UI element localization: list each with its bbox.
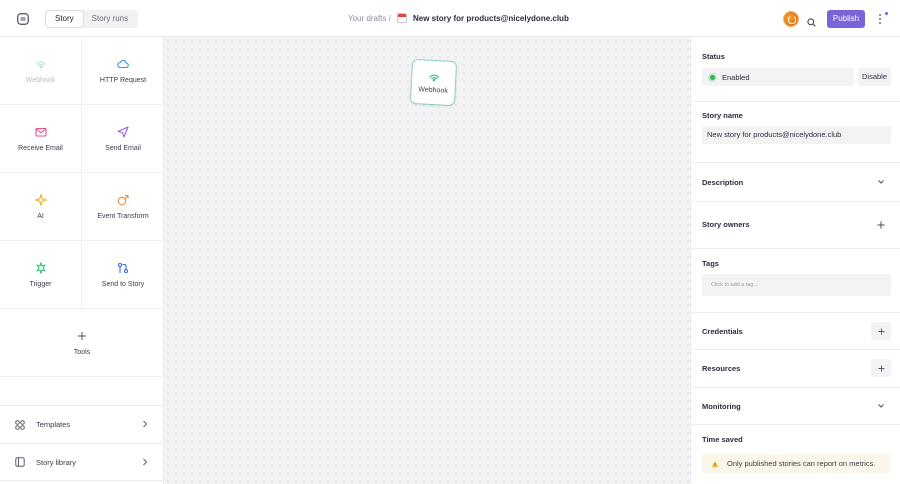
- action-label: Event Transform: [97, 212, 149, 220]
- chevron-right-icon: [143, 458, 148, 466]
- page-title[interactable]: New story for products@nicelydone.club: [413, 14, 569, 23]
- action-http-request[interactable]: HTTP Request: [82, 37, 164, 105]
- story-library-label: Story library: [36, 457, 77, 467]
- templates-label: Templates: [36, 420, 71, 429]
- story-name-input[interactable]: New story for products@nicelydone.club: [702, 126, 891, 144]
- send-to-story-icon: [117, 262, 129, 273]
- tab-story-runs[interactable]: Story runs: [83, 11, 137, 27]
- divider: [691, 248, 900, 249]
- action-label: AI: [37, 212, 44, 220]
- search-icon[interactable]: [807, 14, 816, 27]
- node-label: Webhook: [418, 86, 448, 95]
- divider: [691, 424, 900, 425]
- plus-icon: [78, 331, 86, 340]
- divider: [691, 162, 900, 163]
- action-send-to-story[interactable]: Send to Story: [82, 241, 164, 309]
- monitoring-title[interactable]: Monitoring: [702, 402, 741, 411]
- action-label: Send Email: [105, 144, 141, 152]
- metrics-notice: Only published stories can report on met…: [702, 454, 891, 473]
- actions-panel: Webhook HTTP Request Receive Email Send …: [0, 37, 164, 484]
- divider: [691, 387, 900, 388]
- action-receive-email[interactable]: Receive Email: [0, 105, 82, 173]
- library-icon: [15, 457, 25, 467]
- action-label: Send to Story: [101, 280, 145, 288]
- sidebar-toggle-icon[interactable]: [16, 12, 29, 25]
- divider: [691, 349, 900, 350]
- action-send-email[interactable]: Send Email: [82, 105, 164, 173]
- action-label: Receive Email: [18, 144, 63, 152]
- action-event-transform[interactable]: Event Transform: [82, 173, 164, 241]
- action-label: Trigger: [29, 280, 52, 288]
- mail-icon: [34, 127, 47, 137]
- sparkle-icon: [34, 193, 47, 206]
- disable-button[interactable]: Disable: [858, 68, 891, 86]
- chevron-right-icon: [143, 420, 148, 428]
- time-saved-title: Time saved: [702, 435, 743, 444]
- action-webhook[interactable]: Webhook: [0, 37, 82, 105]
- chevron-down-icon[interactable]: [877, 178, 885, 186]
- metrics-notice-text: Only published stories can report on met…: [727, 459, 876, 468]
- story-library-link[interactable]: Story library: [0, 443, 164, 481]
- tags-title: Tags: [702, 259, 719, 268]
- tags-input[interactable]: Click to add a tag...: [702, 274, 891, 296]
- action-trigger[interactable]: Trigger: [0, 241, 82, 309]
- trigger-icon: [35, 261, 46, 274]
- status-dot-icon: [708, 72, 717, 82]
- story-settings-panel: Status Enabled Disable Story name New st…: [690, 37, 900, 484]
- add-owner-icon[interactable]: [877, 221, 885, 229]
- cloud-icon: [117, 59, 129, 68]
- add-credential-button[interactable]: [871, 322, 891, 340]
- publish-button[interactable]: Publish: [827, 10, 865, 28]
- resources-title: Resources: [702, 364, 741, 373]
- webhook-icon: [428, 74, 439, 82]
- tools-label: Tools: [73, 348, 91, 356]
- notification-dot: [885, 12, 888, 15]
- top-bar: Story Story runs Your drafts / New story…: [0, 0, 900, 37]
- divider: [691, 201, 900, 202]
- calendar-icon: [397, 13, 407, 23]
- divider: [691, 101, 900, 102]
- transform-icon: [117, 194, 129, 205]
- webhook-icon: [35, 61, 46, 68]
- send-icon: [117, 125, 129, 138]
- webhook-node[interactable]: Webhook: [409, 58, 458, 107]
- breadcrumb[interactable]: Your drafts /: [348, 14, 391, 23]
- action-grid: Webhook HTTP Request Receive Email Send …: [0, 37, 164, 309]
- view-tabs: Story Story runs: [45, 10, 139, 28]
- avatar[interactable]: [784, 12, 798, 26]
- add-resource-button[interactable]: [871, 359, 891, 377]
- plus-icon: [877, 327, 885, 335]
- story-canvas[interactable]: Webhook: [164, 37, 690, 484]
- action-label: Webhook: [25, 76, 56, 84]
- action-tools[interactable]: Tools: [0, 309, 164, 377]
- credentials-title: Credentials: [702, 327, 743, 336]
- status-value: Enabled: [722, 72, 750, 82]
- status-indicator: Enabled: [702, 68, 854, 86]
- chevron-down-icon[interactable]: [877, 402, 885, 410]
- description-title[interactable]: Description: [702, 178, 743, 187]
- story-owners-title: Story owners: [702, 220, 750, 229]
- plus-icon: [877, 364, 885, 372]
- divider: [691, 312, 900, 313]
- story-name-title: Story name: [702, 111, 743, 120]
- more-options-icon[interactable]: [878, 14, 882, 24]
- warning-icon: [711, 460, 719, 467]
- status-title: Status: [702, 52, 725, 61]
- action-label: HTTP Request: [99, 76, 147, 84]
- templates-icon: [15, 419, 25, 430]
- action-ai[interactable]: AI: [0, 173, 82, 241]
- tab-story[interactable]: Story: [46, 11, 83, 27]
- templates-link[interactable]: Templates: [0, 405, 164, 443]
